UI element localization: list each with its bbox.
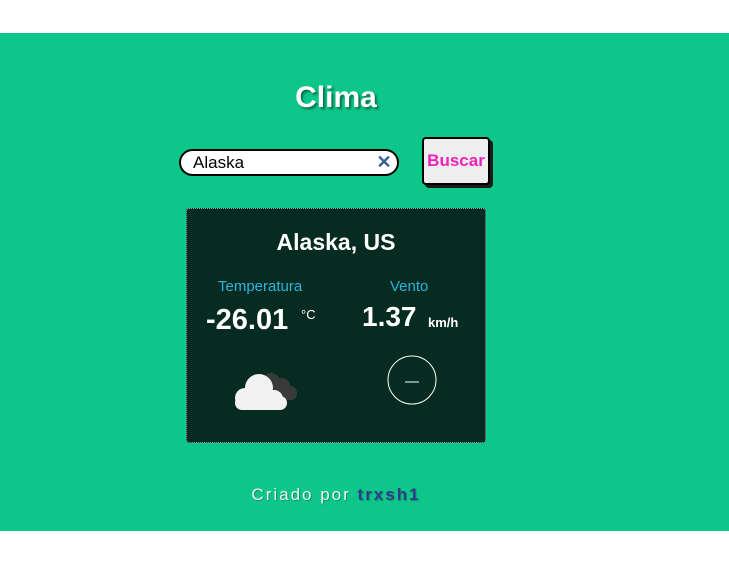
search-button[interactable]: Buscar bbox=[422, 137, 490, 185]
app-title: Clima bbox=[295, 81, 377, 114]
footer: Criado por trxsh1 bbox=[0, 485, 672, 505]
location-title: Alaska, US bbox=[276, 229, 396, 255]
cloud-icon bbox=[235, 373, 297, 410]
wind-value: 1.37 bbox=[362, 301, 417, 332]
footer-prefix: Criado por bbox=[251, 485, 351, 504]
clear-icon[interactable]: ✕ bbox=[375, 153, 393, 171]
compass-icon bbox=[387, 355, 437, 405]
search-field[interactable]: ✕ bbox=[179, 149, 399, 176]
temperature-label: Temperatura bbox=[218, 278, 303, 295]
weather-page: Clima ✕ Buscar Alaska, US Temperatura Ve… bbox=[0, 33, 729, 531]
search-input[interactable] bbox=[193, 151, 373, 174]
temperature-unit: °C bbox=[301, 307, 316, 322]
author-link[interactable]: trxsh1 bbox=[358, 485, 421, 504]
wind-unit: km/h bbox=[428, 315, 459, 330]
weather-card: Alaska, US Temperatura Vento -26.01 °C 1… bbox=[186, 208, 486, 443]
temperature-value: -26.01 bbox=[206, 304, 289, 336]
wind-label: Vento bbox=[390, 278, 429, 295]
